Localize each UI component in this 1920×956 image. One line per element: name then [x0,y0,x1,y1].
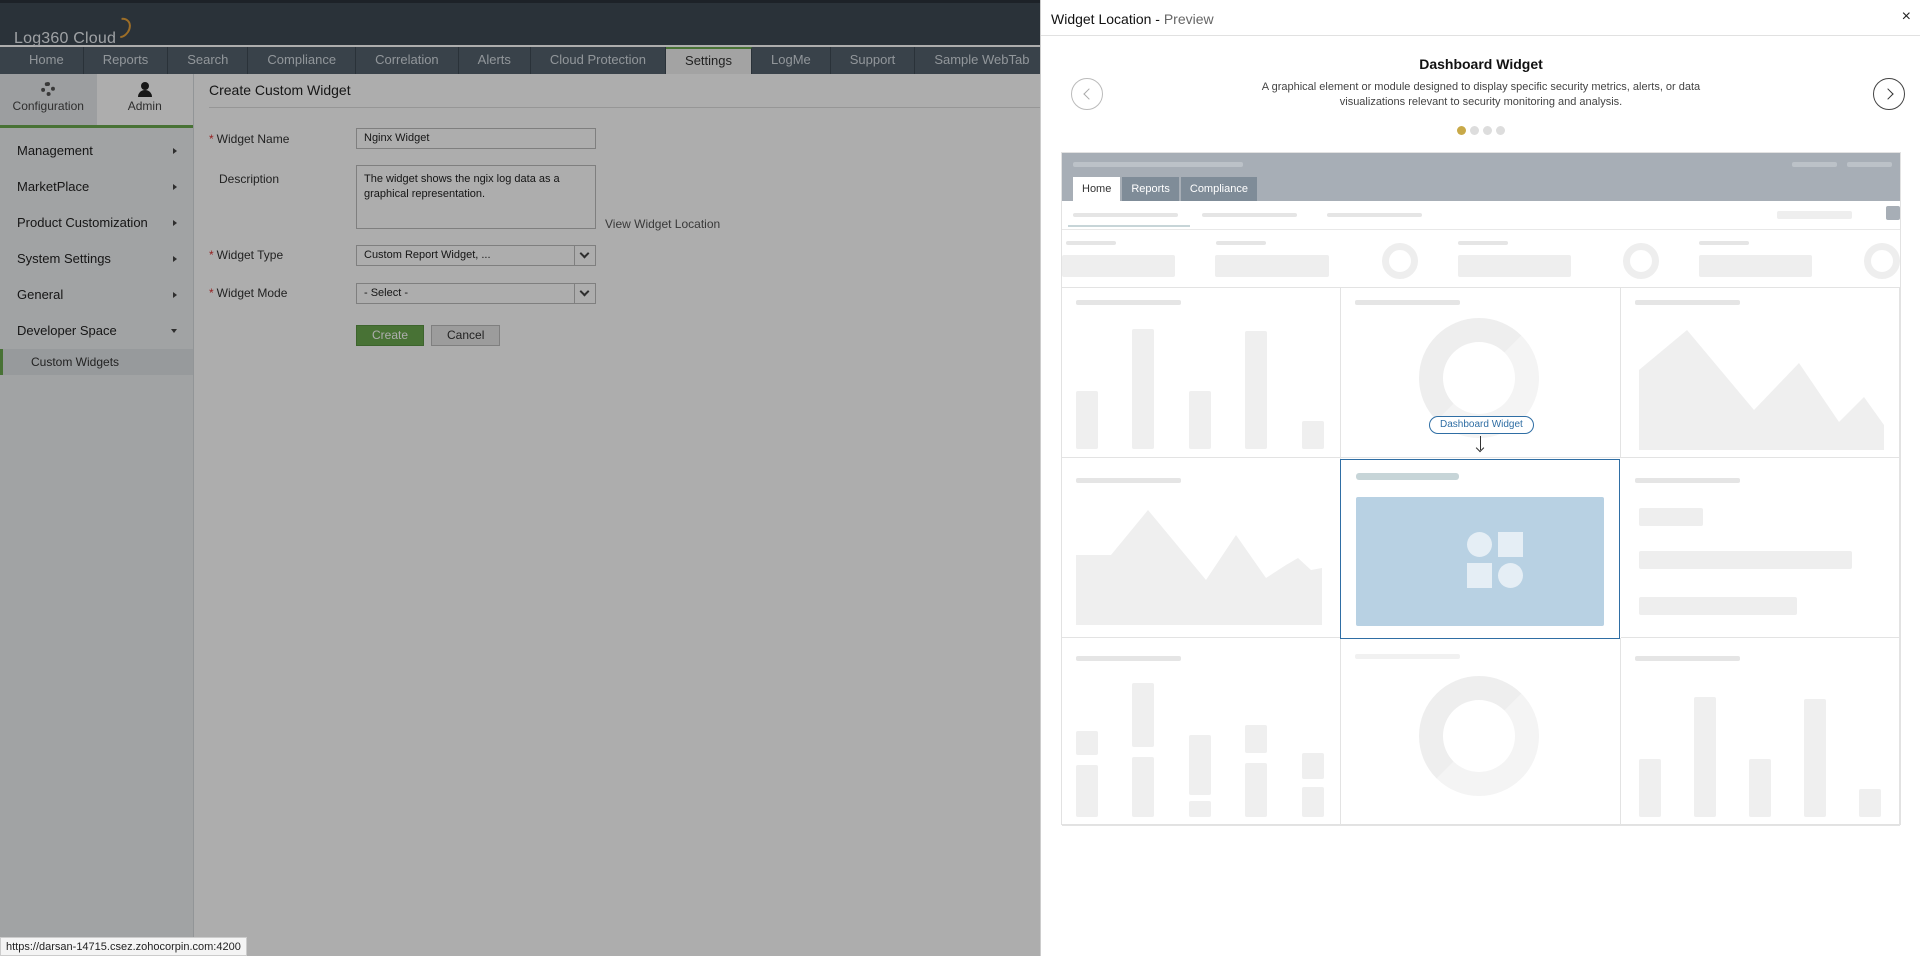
arrow-down-icon [1480,436,1481,450]
carousel-description: A graphical element or module designed t… [1261,81,1701,108]
preview-widget [1621,638,1900,826]
preview-tab: Home [1073,177,1121,201]
carousel-dot[interactable] [1457,126,1466,135]
area-chart-icon [1639,330,1884,450]
widget-body-placeholder [1356,497,1604,626]
dashboard-preview: Home Reports Compliance Dashboard Widget [1061,152,1901,826]
chevron-left-icon[interactable] [1071,78,1103,110]
carousel-dot[interactable] [1483,126,1492,135]
dashboard-widget-callout: Dashboard Widget [1429,416,1534,434]
preview-widget [1621,288,1900,458]
highlighted-widget [1340,459,1620,639]
preview-widget [1062,638,1341,826]
area-chart-icon [1076,510,1322,625]
widget-location-panel: Widget Location - Preview × Dashboard Wi… [1040,0,1920,956]
panel-header: Widget Location - Preview × [1041,0,1920,36]
preview-widget [1621,458,1900,638]
widgets-icon [1467,532,1525,590]
panel-subtitle: Preview [1163,11,1214,27]
preview-widget [1341,638,1621,826]
preview-header: Home Reports Compliance [1062,153,1900,201]
widget-title-placeholder [1356,473,1459,480]
preview-widget [1062,288,1341,458]
carousel-dot[interactable] [1496,126,1505,135]
status-bar-url: https://darsan-14715.csez.zohocorpin.com… [0,937,247,956]
carousel-title: Dashboard Widget [1419,56,1543,72]
chevron-right-icon[interactable] [1873,78,1905,110]
close-icon[interactable]: × [1902,8,1911,26]
modal-overlay[interactable] [0,0,1040,956]
panel-title: Widget Location - Preview [1051,11,1214,27]
preview-widget [1062,458,1341,638]
carousel-dot[interactable] [1470,126,1479,135]
preview-tab: Reports [1122,177,1179,201]
carousel-dots [1457,126,1505,135]
preview-tabs: Home Reports Compliance [1073,177,1259,201]
preview-tab: Compliance [1180,177,1257,201]
